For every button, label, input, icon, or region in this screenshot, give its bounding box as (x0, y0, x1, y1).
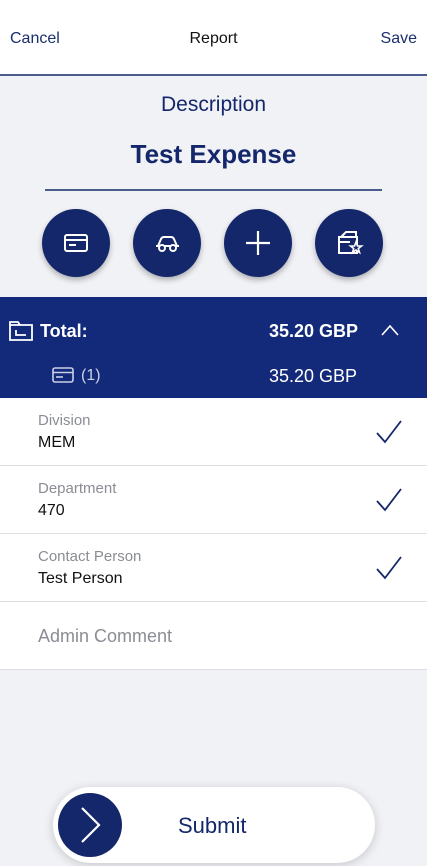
total-amount: 35.20 GBP (268, 321, 358, 341)
item-count: (1) (81, 367, 101, 384)
card-icon (52, 367, 74, 383)
description-value[interactable]: Test Expense (0, 139, 427, 170)
checkmark-icon (376, 556, 402, 580)
car-icon (156, 236, 179, 252)
add-favorite-button[interactable] (315, 209, 383, 277)
save-button[interactable]: Save (381, 30, 417, 48)
field-row-contact-person[interactable]: Contact Person Test Person (0, 534, 427, 602)
field-label: Division (38, 412, 91, 429)
field-value: Test Person (38, 570, 123, 587)
wallet-star-icon (338, 231, 364, 255)
add-item-button[interactable] (224, 209, 292, 277)
card-icon (64, 234, 88, 252)
total-label: Total: (40, 321, 88, 341)
field-row-division[interactable]: Division MEM (0, 398, 427, 466)
chevron-up-icon[interactable] (381, 324, 399, 336)
submit-label: Submit (178, 813, 247, 838)
item-amount: 35.20 GBP (268, 366, 357, 386)
field-value: MEM (38, 434, 76, 451)
checkmark-icon (376, 488, 402, 512)
description-underline (45, 189, 382, 191)
field-label: Contact Person (38, 548, 142, 565)
admin-comment-field[interactable]: Admin Comment (0, 602, 427, 670)
folder-icon (9, 321, 33, 341)
field-value: 470 (38, 502, 65, 519)
field-row-department[interactable]: Department 470 (0, 466, 427, 534)
plus-icon (246, 231, 270, 255)
total-panel: Total: 35.20 GBP (1) 35.20 GBP (0, 297, 427, 398)
add-mileage-button[interactable] (133, 209, 201, 277)
description-label: Description (160, 93, 267, 116)
cancel-button[interactable]: Cancel (10, 30, 60, 48)
field-label: Department (38, 480, 117, 497)
top-bar: Cancel Report Save (0, 0, 427, 76)
submit-slider[interactable]: Submit (53, 787, 375, 863)
chevron-right-icon (81, 807, 101, 843)
admin-comment-placeholder: Admin Comment (38, 626, 173, 646)
checkmark-icon (376, 420, 402, 444)
page-title: Report (189, 30, 238, 47)
submit-handle[interactable] (58, 793, 122, 857)
add-card-expense-button[interactable] (42, 209, 110, 277)
